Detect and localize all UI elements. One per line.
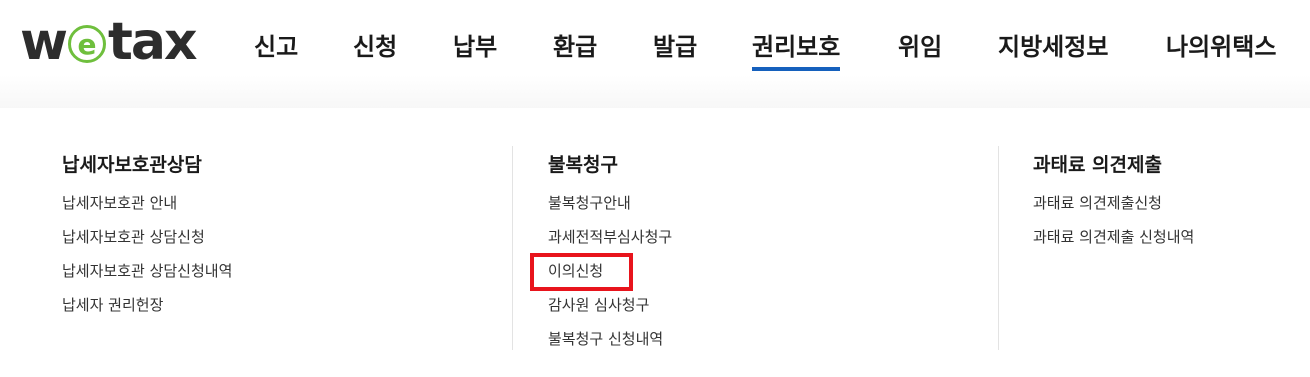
logo-prefix: w xyxy=(20,12,68,72)
link-penalty-opinion-history[interactable]: 과태료 의견제출 신청내역 xyxy=(1033,224,1194,258)
link-advocate-info[interactable]: 납세자보호관 안내 xyxy=(62,190,232,224)
header-shadow xyxy=(0,75,1310,108)
column-divider xyxy=(512,146,513,350)
nav-item-local-tax-info[interactable]: 지방세정보 xyxy=(998,27,1108,67)
submenu-column-taxpayer-advocate: 납세자보호관상담 납세자보호관 안내 납세자보호관 상담신청 납세자보호관 상담… xyxy=(62,150,232,326)
column-title: 불복청구 xyxy=(548,154,618,176)
link-penalty-opinion-apply[interactable]: 과태료 의견제출신청 xyxy=(1033,190,1194,224)
nav-item-report[interactable]: 신고 xyxy=(254,27,298,67)
highlight-box xyxy=(530,253,633,291)
nav-item-apply[interactable]: 신청 xyxy=(353,27,397,67)
nav-item-refund[interactable]: 환급 xyxy=(553,27,597,67)
wetax-logo[interactable]: w e tax xyxy=(20,12,198,72)
nav-item-delegation[interactable]: 위임 xyxy=(898,27,942,67)
link-taxpayer-charter[interactable]: 납세자 권리헌장 xyxy=(62,292,232,326)
column-title: 과태료 의견제출 xyxy=(1033,154,1162,176)
link-advocate-consult-history[interactable]: 납세자보호관 상담신청내역 xyxy=(62,258,232,292)
logo-e-icon: e xyxy=(68,25,107,63)
link-audit-board-review[interactable]: 감사원 심사청구 xyxy=(548,292,672,326)
column-divider xyxy=(998,146,999,350)
nav-item-rights-protection[interactable]: 권리보호 xyxy=(752,27,841,71)
nav-item-my-wetax[interactable]: 나의위택스 xyxy=(1166,27,1276,67)
submenu-column-penalty-opinion: 과태료 의견제출 과태료 의견제출신청 과태료 의견제출 신청내역 xyxy=(1033,150,1194,258)
link-appeal-history[interactable]: 불복청구 신청내역 xyxy=(548,326,672,360)
nav-item-payment[interactable]: 납부 xyxy=(453,27,497,67)
link-advocate-consult-apply[interactable]: 납세자보호관 상담신청 xyxy=(62,224,232,258)
nav-item-issue[interactable]: 발급 xyxy=(653,27,697,67)
link-appeal-info[interactable]: 불복청구안내 xyxy=(548,190,672,224)
column-title: 납세자보호관상담 xyxy=(62,154,202,176)
logo-suffix: tax xyxy=(108,12,197,72)
